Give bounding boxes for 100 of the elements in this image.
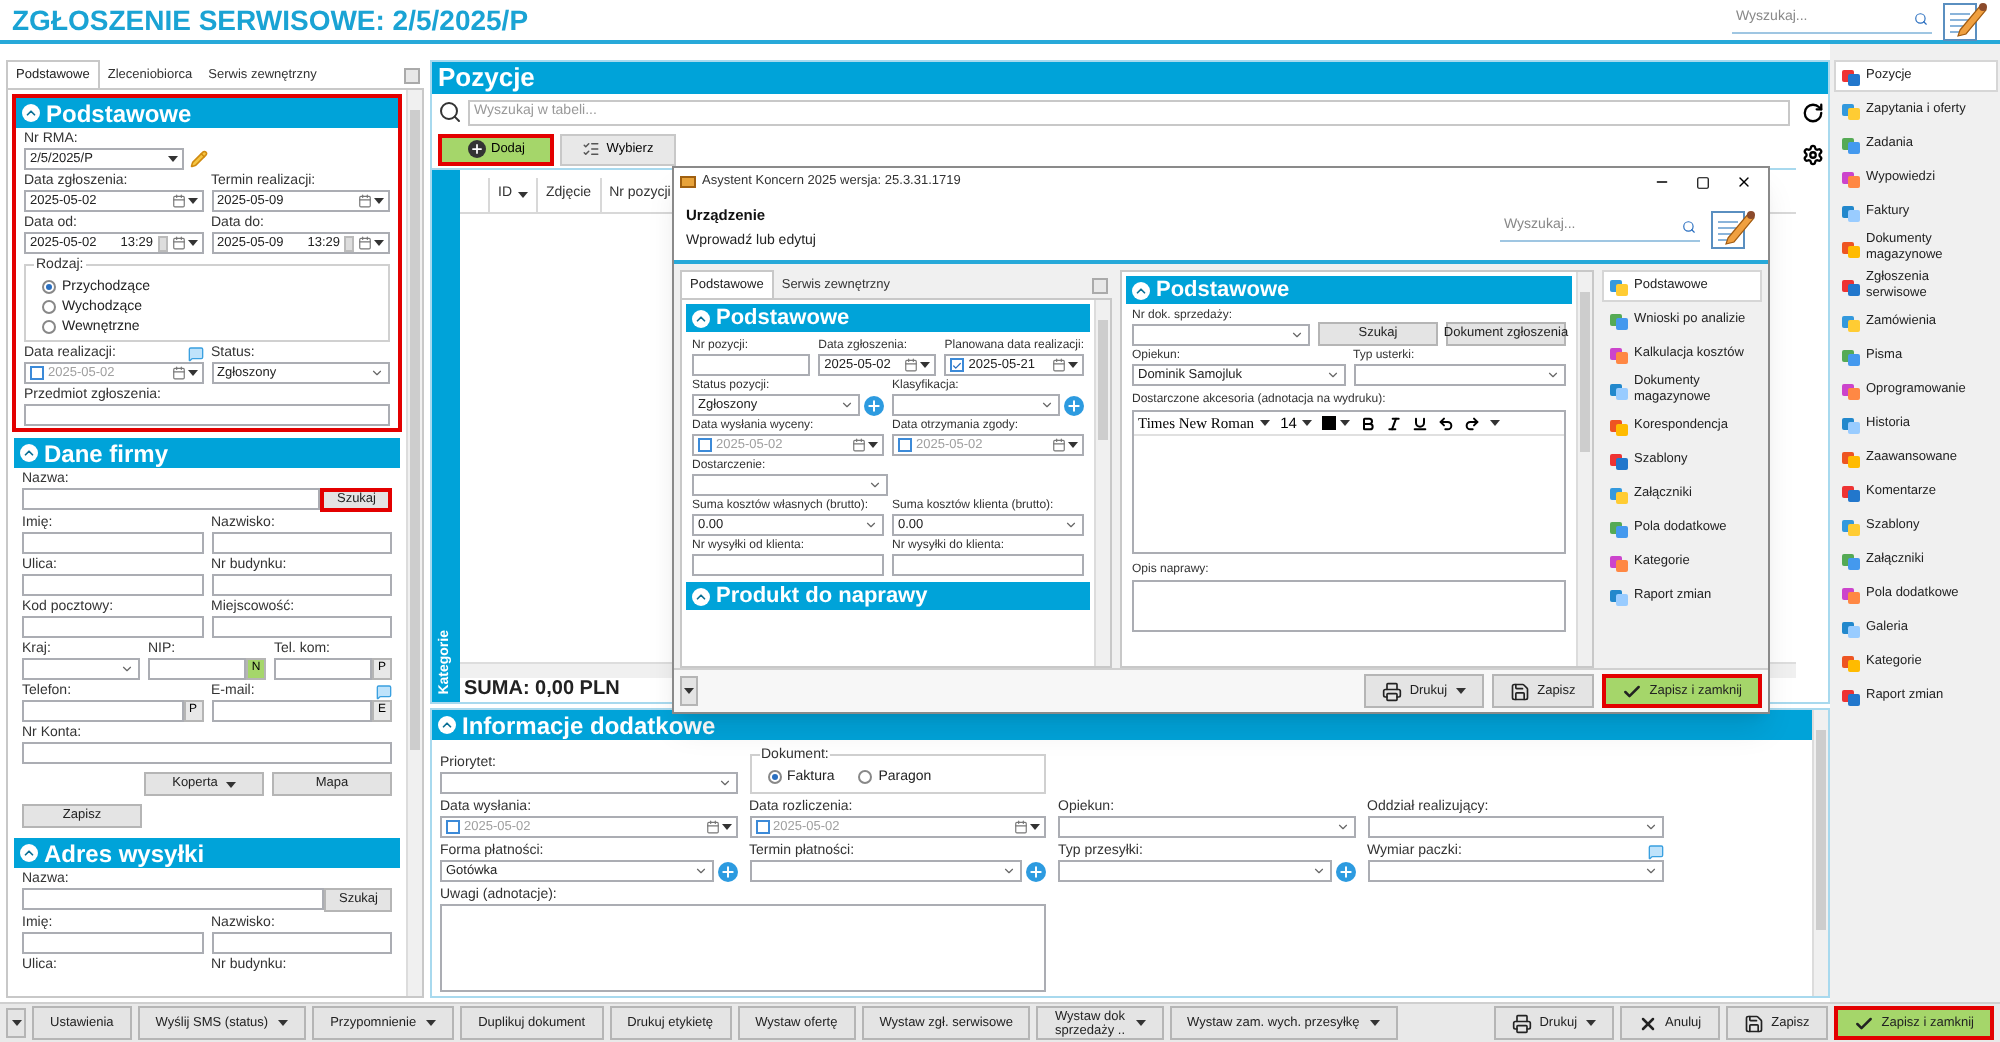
calendar-icon[interactable] [1052,358,1078,372]
redo-button[interactable] [1464,415,1481,431]
maximize-icon[interactable] [1696,175,1710,189]
radio-button[interactable] [767,770,781,784]
checkbox[interactable] [755,820,769,834]
select-field[interactable] [440,772,737,794]
text-field[interactable] [211,932,392,954]
menu-dropdown-button[interactable] [6,1008,26,1038]
radio-button[interactable] [42,280,56,294]
spinner-icon[interactable] [344,235,354,251]
undo-button[interactable] [1438,415,1455,431]
text-field[interactable] [22,488,321,510]
text-field[interactable] [274,658,372,680]
calendar-icon[interactable] [171,236,197,250]
text-field[interactable] [22,574,203,596]
select-field[interactable] [692,474,888,496]
select-field[interactable] [1058,816,1355,838]
radio-button[interactable] [42,300,56,314]
text-field[interactable] [211,616,392,638]
text-field[interactable] [22,888,325,910]
text-field[interactable] [211,700,372,722]
search-icon[interactable] [1914,12,1928,26]
spinner-icon[interactable] [157,235,167,251]
select-field[interactable] [1058,860,1331,882]
calendar-icon[interactable] [171,194,197,208]
select-field[interactable] [1367,816,1664,838]
calendar-icon[interactable] [171,366,197,380]
text-field[interactable] [211,532,392,554]
scroll-thumb[interactable] [1816,730,1826,930]
collapse-icon[interactable] [438,716,456,734]
chevron-down-icon [1311,864,1325,878]
select-field[interactable] [1132,324,1310,346]
bold-button[interactable] [1360,415,1377,431]
text-field[interactable] [22,742,392,764]
checkbox[interactable] [30,366,44,380]
text-field[interactable] [24,404,390,426]
scrollbar[interactable] [1812,710,1828,996]
collapse-icon[interactable] [1132,281,1150,299]
settings-icon[interactable] [1801,144,1823,166]
select-field[interactable] [749,860,1022,882]
scrollbar[interactable] [1576,272,1592,666]
scroll-thumb[interactable] [1098,320,1108,440]
collapse-icon[interactable] [692,587,710,605]
text-field[interactable] [692,354,811,376]
text-field[interactable] [692,554,884,576]
text-field[interactable] [148,658,246,680]
calendar-icon[interactable] [852,438,878,452]
collapse-icon[interactable] [692,309,710,327]
calendar-icon[interactable] [358,236,384,250]
more-button[interactable] [1490,420,1501,426]
select-field[interactable] [1353,364,1566,386]
italic-button[interactable] [1386,415,1403,431]
scroll-thumb[interactable] [410,110,420,750]
calendar-icon[interactable] [1052,438,1078,452]
add-icon[interactable] [717,861,737,881]
select-field[interactable] [892,394,1060,416]
collapse-icon[interactable] [22,104,40,122]
checklist-icon [582,140,601,158]
menu-dropdown-button[interactable] [680,676,698,706]
pencil-icon[interactable] [189,150,207,168]
scroll-thumb[interactable] [1580,292,1590,452]
add-icon[interactable] [864,395,884,415]
text-area[interactable] [440,904,1046,992]
add-icon[interactable] [1335,861,1355,881]
chevron-down-icon [1325,368,1339,382]
scrollbar[interactable] [406,90,422,996]
scrollbar[interactable] [1094,300,1110,666]
text-field[interactable] [22,532,203,554]
panel-close-icon[interactable] [404,68,420,84]
underline-button[interactable] [1412,415,1429,431]
caret-icon [1455,688,1466,694]
collapse-icon[interactable] [20,844,38,862]
radio-button[interactable] [42,320,56,334]
calendar-icon[interactable] [358,194,384,208]
text-area[interactable] [1132,580,1566,632]
calendar-icon[interactable] [705,820,731,834]
text-field[interactable] [211,574,392,596]
text-field[interactable] [22,700,183,722]
select-field[interactable] [22,658,140,680]
radio-button[interactable] [858,770,873,784]
panel-close-icon[interactable] [1092,278,1108,294]
add-icon[interactable] [1026,861,1046,881]
text-field[interactable] [22,616,203,638]
select-field[interactable] [1367,860,1664,882]
refresh-icon[interactable] [1801,102,1823,124]
search-icon[interactable] [1682,220,1696,234]
text-field[interactable] [892,554,1084,576]
checkbox[interactable] [446,820,460,834]
notepad-pencil-icon[interactable] [1708,206,1756,250]
close-icon[interactable] [1736,174,1752,190]
notepad-pencil-icon[interactable] [1940,0,1988,42]
checkbox[interactable] [898,438,912,452]
add-icon[interactable] [1064,395,1084,415]
color-picker[interactable] [1322,416,1351,430]
calendar-icon[interactable] [1014,820,1040,834]
text-field[interactable] [22,932,203,954]
checkbox[interactable] [950,358,965,372]
calendar-icon[interactable] [904,358,931,372]
checkbox[interactable] [698,438,712,452]
collapse-icon[interactable] [20,444,38,462]
